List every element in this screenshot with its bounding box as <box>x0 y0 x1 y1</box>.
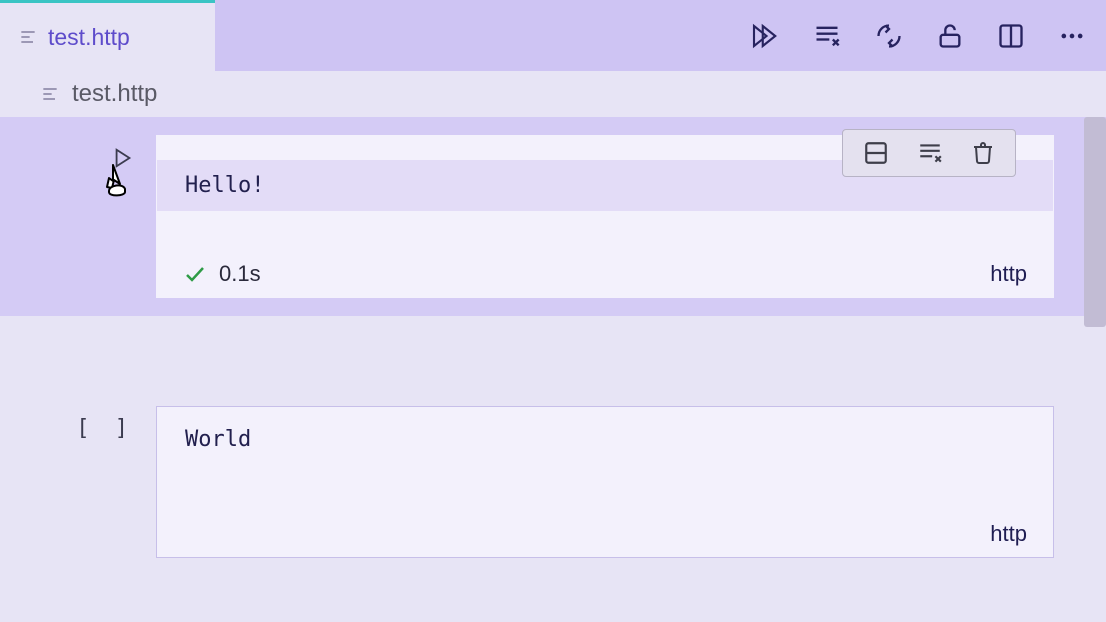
run-cell-button[interactable] <box>112 145 134 176</box>
more-button[interactable] <box>1058 22 1086 50</box>
scrollbar-thumb[interactable] <box>1084 117 1106 327</box>
code-line[interactable]: World <box>157 407 1053 465</box>
file-icon <box>40 84 60 104</box>
cell-idle[interactable]: [ ] World http <box>0 406 1106 558</box>
split-cell-button[interactable] <box>863 140 889 166</box>
run-all-button[interactable] <box>749 21 779 51</box>
clear-output-button[interactable] <box>915 140 945 166</box>
delete-cell-button[interactable] <box>971 140 995 166</box>
tab-label: test.http <box>48 24 130 51</box>
tab-test-http[interactable]: test.http <box>0 0 215 71</box>
file-icon <box>18 27 38 47</box>
cell-status-bar: 0.1s http <box>157 211 1053 297</box>
language-label[interactable]: http <box>990 261 1027 287</box>
restart-button[interactable] <box>875 22 903 50</box>
status-time: 0.1s <box>219 261 261 287</box>
unlock-icon[interactable] <box>936 22 964 50</box>
breadcrumb: test.http <box>0 71 1106 117</box>
cells-area: Hello! 0.1s http [ ] World http <box>0 117 1106 558</box>
language-label[interactable]: http <box>990 521 1027 547</box>
cell-toolbar <box>842 129 1016 177</box>
breadcrumb-file[interactable]: test.http <box>72 80 157 108</box>
cell-body: World http <box>156 406 1054 558</box>
cell-status-bar: http <box>157 465 1053 557</box>
clear-all-button[interactable] <box>812 22 842 50</box>
tab-bar: test.http <box>0 0 1106 71</box>
idle-prompt-marker: [ ] <box>76 416 134 441</box>
cell-gutter: [ ] <box>28 406 156 441</box>
cell-gutter <box>28 135 156 176</box>
split-right-button[interactable] <box>997 22 1025 50</box>
editor-toolbar <box>749 0 1086 71</box>
check-icon <box>183 262 207 286</box>
